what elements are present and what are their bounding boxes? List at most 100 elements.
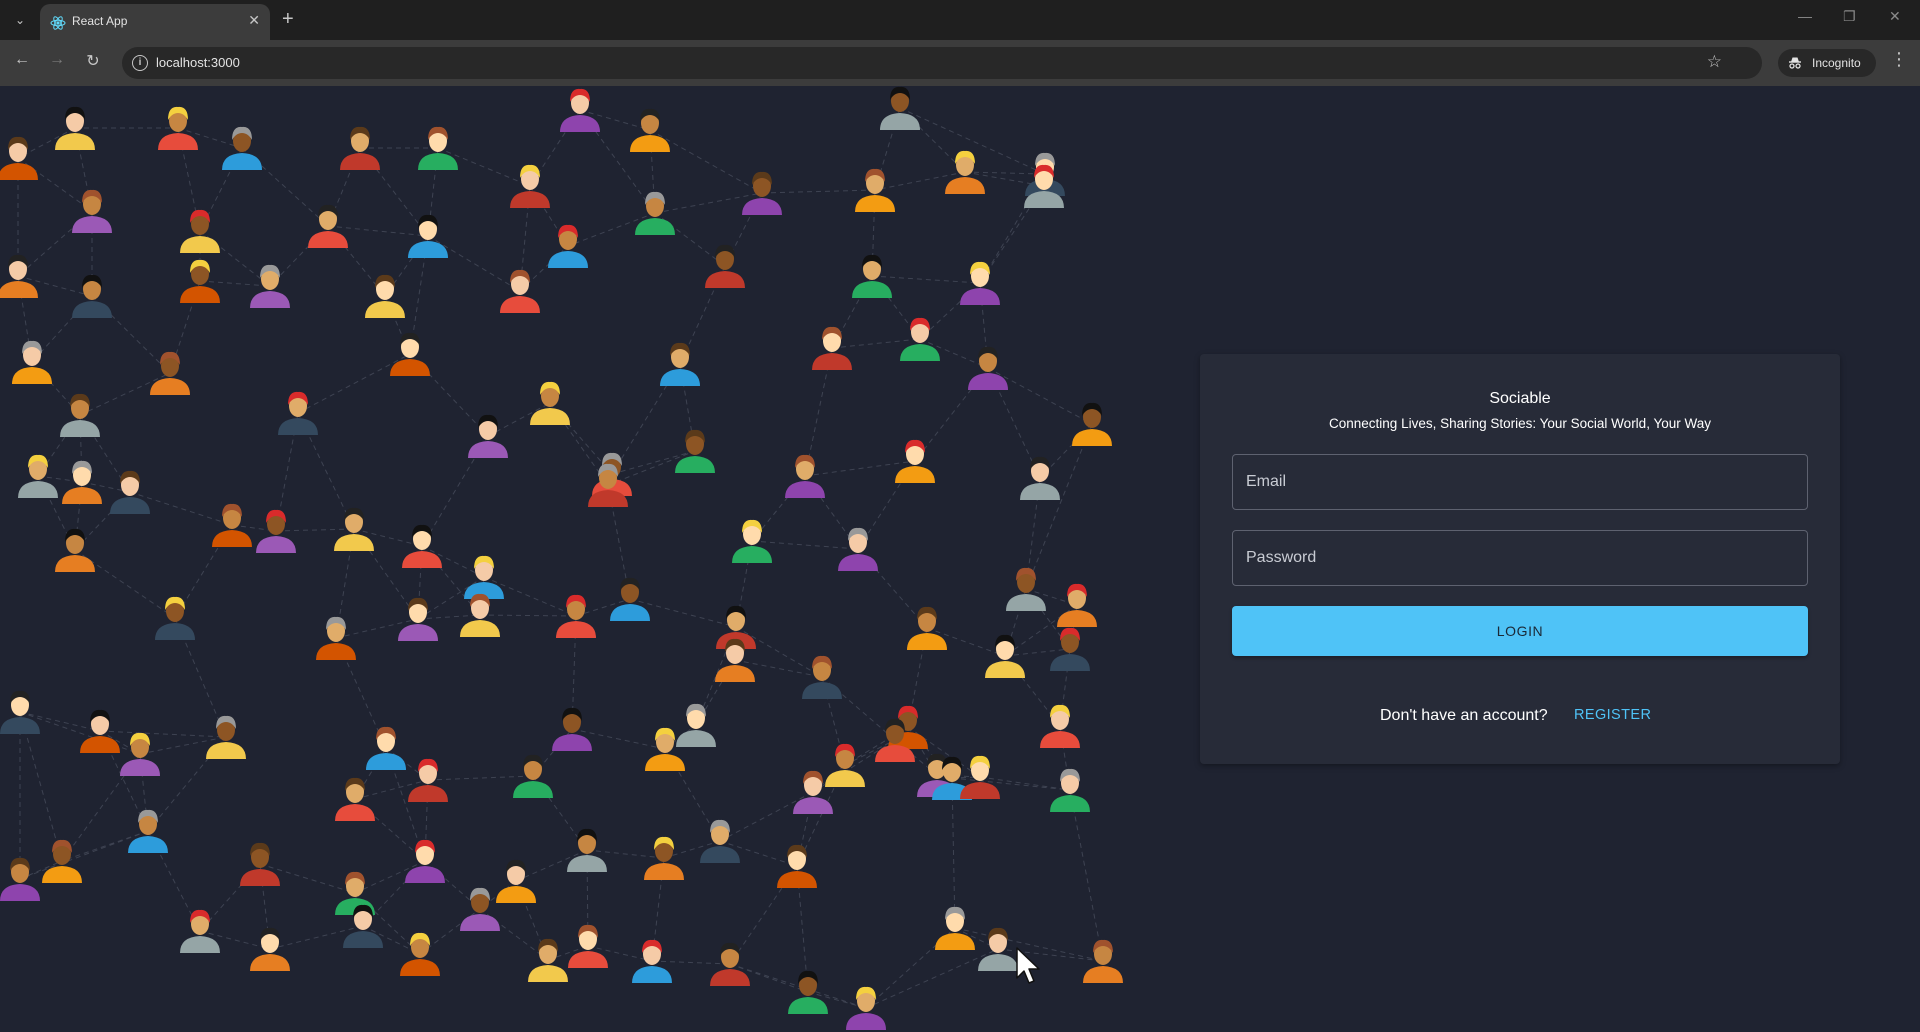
network-connection-line xyxy=(1025,423,1093,590)
network-connection-line xyxy=(1069,789,1104,962)
password-field[interactable] xyxy=(1232,530,1808,586)
network-connection-line xyxy=(199,280,271,287)
network-connection-line xyxy=(297,353,411,414)
person-avatar-icon xyxy=(548,224,588,268)
person-avatar-icon xyxy=(55,528,95,572)
person-avatar-icon xyxy=(18,454,58,498)
person-avatar-icon xyxy=(335,777,375,821)
person-avatar-icon xyxy=(568,924,608,968)
email-input[interactable] xyxy=(1233,455,1807,509)
react-logo-icon xyxy=(50,16,66,30)
email-field[interactable] xyxy=(1232,454,1808,510)
address-bar[interactable]: i localhost:3000 ☆ xyxy=(122,47,1762,79)
person-avatar-icon xyxy=(408,214,448,258)
person-avatar-icon xyxy=(838,527,878,571)
person-avatar-icon xyxy=(567,828,607,872)
person-avatar-icon xyxy=(0,690,40,734)
person-avatar-icon xyxy=(610,577,650,621)
minimize-window-icon[interactable]: — xyxy=(1798,8,1812,24)
network-connection-line xyxy=(865,948,999,1009)
close-window-icon[interactable]: ✕ xyxy=(1889,8,1901,25)
person-avatar-icon xyxy=(0,254,38,298)
person-avatar-icon xyxy=(180,209,220,253)
person-avatar-icon xyxy=(852,254,892,298)
person-avatar-icon xyxy=(645,727,685,771)
network-connection-line xyxy=(1004,648,1071,657)
mouse-cursor-icon xyxy=(1016,947,1040,984)
person-avatar-icon xyxy=(528,938,568,982)
network-connection-line xyxy=(649,129,763,194)
person-avatar-icon xyxy=(366,726,406,770)
back-arrow-icon[interactable]: ← xyxy=(10,51,34,69)
person-avatar-icon xyxy=(365,274,405,318)
person-avatar-icon xyxy=(150,351,190,395)
person-avatar-icon xyxy=(12,340,52,384)
network-connection-line xyxy=(651,960,731,965)
person-avatar-icon xyxy=(530,381,570,425)
close-tab-icon[interactable]: ✕ xyxy=(248,12,260,29)
person-avatar-icon xyxy=(0,857,40,901)
person-avatar-icon xyxy=(985,634,1025,678)
person-avatar-icon xyxy=(1050,768,1090,812)
new-tab-icon[interactable]: + xyxy=(282,7,294,31)
login-button[interactable]: LOGIN xyxy=(1232,606,1808,656)
person-avatar-icon xyxy=(1083,939,1123,983)
person-avatar-icon xyxy=(158,106,198,150)
person-avatar-icon xyxy=(80,709,120,753)
person-avatar-icon xyxy=(935,906,975,950)
person-avatar-icon xyxy=(900,317,940,361)
password-input[interactable] xyxy=(1233,531,1807,585)
person-avatar-icon xyxy=(250,927,290,971)
site-info-icon[interactable]: i xyxy=(132,55,148,71)
person-avatar-icon xyxy=(705,244,745,288)
person-avatar-icon xyxy=(560,88,600,132)
bookmark-star-icon[interactable]: ☆ xyxy=(1707,52,1722,72)
tab-search-chevron-icon[interactable]: ⌄ xyxy=(8,8,32,32)
person-avatar-icon xyxy=(635,191,675,235)
person-avatar-icon xyxy=(110,470,150,514)
network-connection-line xyxy=(99,730,227,738)
person-avatar-icon xyxy=(632,939,672,983)
network-connection-line xyxy=(997,948,1104,962)
person-avatar-icon xyxy=(846,986,886,1030)
person-avatar-icon xyxy=(556,594,596,638)
person-avatar-icon xyxy=(60,393,100,437)
incognito-indicator[interactable]: Incognito xyxy=(1778,49,1876,77)
network-connection-line xyxy=(479,614,577,617)
restore-window-icon[interactable]: ❐ xyxy=(1843,8,1856,25)
network-connection-line xyxy=(19,711,63,862)
person-avatar-icon xyxy=(710,942,750,986)
forward-arrow-icon[interactable]: → xyxy=(45,51,69,69)
person-avatar-icon xyxy=(960,261,1000,305)
person-avatar-icon xyxy=(700,819,740,863)
browser-tab-bar: ⌄ React App ✕ + — ❐ ✕ xyxy=(0,0,1920,40)
person-avatar-icon xyxy=(1050,627,1090,671)
person-avatar-icon xyxy=(206,715,246,759)
person-avatar-icon xyxy=(398,597,438,641)
person-avatar-icon xyxy=(405,839,445,883)
person-avatar-icon xyxy=(496,859,536,903)
register-link[interactable]: REGISTER xyxy=(1574,707,1651,723)
address-url[interactable]: localhost:3000 xyxy=(156,55,240,70)
network-connection-line xyxy=(417,614,481,620)
network-connection-line xyxy=(586,849,665,859)
browser-tab[interactable]: React App ✕ xyxy=(40,4,270,40)
person-avatar-icon xyxy=(128,809,168,853)
person-avatar-icon xyxy=(222,126,262,170)
browser-menu-icon[interactable]: ⋮ xyxy=(1890,49,1908,70)
person-avatar-icon xyxy=(240,842,280,886)
person-avatar-icon xyxy=(400,932,440,976)
login-card: Sociable Connecting Lives, Sharing Stori… xyxy=(1200,354,1840,764)
person-avatar-icon xyxy=(676,703,716,747)
person-avatar-icon xyxy=(510,164,550,208)
reload-icon[interactable]: ↻ xyxy=(81,51,105,71)
person-avatar-icon xyxy=(742,171,782,215)
person-avatar-icon xyxy=(278,391,318,435)
incognito-label: Incognito xyxy=(1812,56,1861,70)
network-connection-line xyxy=(871,275,981,284)
incognito-icon xyxy=(1789,57,1801,69)
person-avatar-icon xyxy=(812,326,852,370)
person-avatar-icon xyxy=(907,606,947,650)
network-connection-line xyxy=(19,830,149,880)
person-avatar-icon xyxy=(120,732,160,776)
